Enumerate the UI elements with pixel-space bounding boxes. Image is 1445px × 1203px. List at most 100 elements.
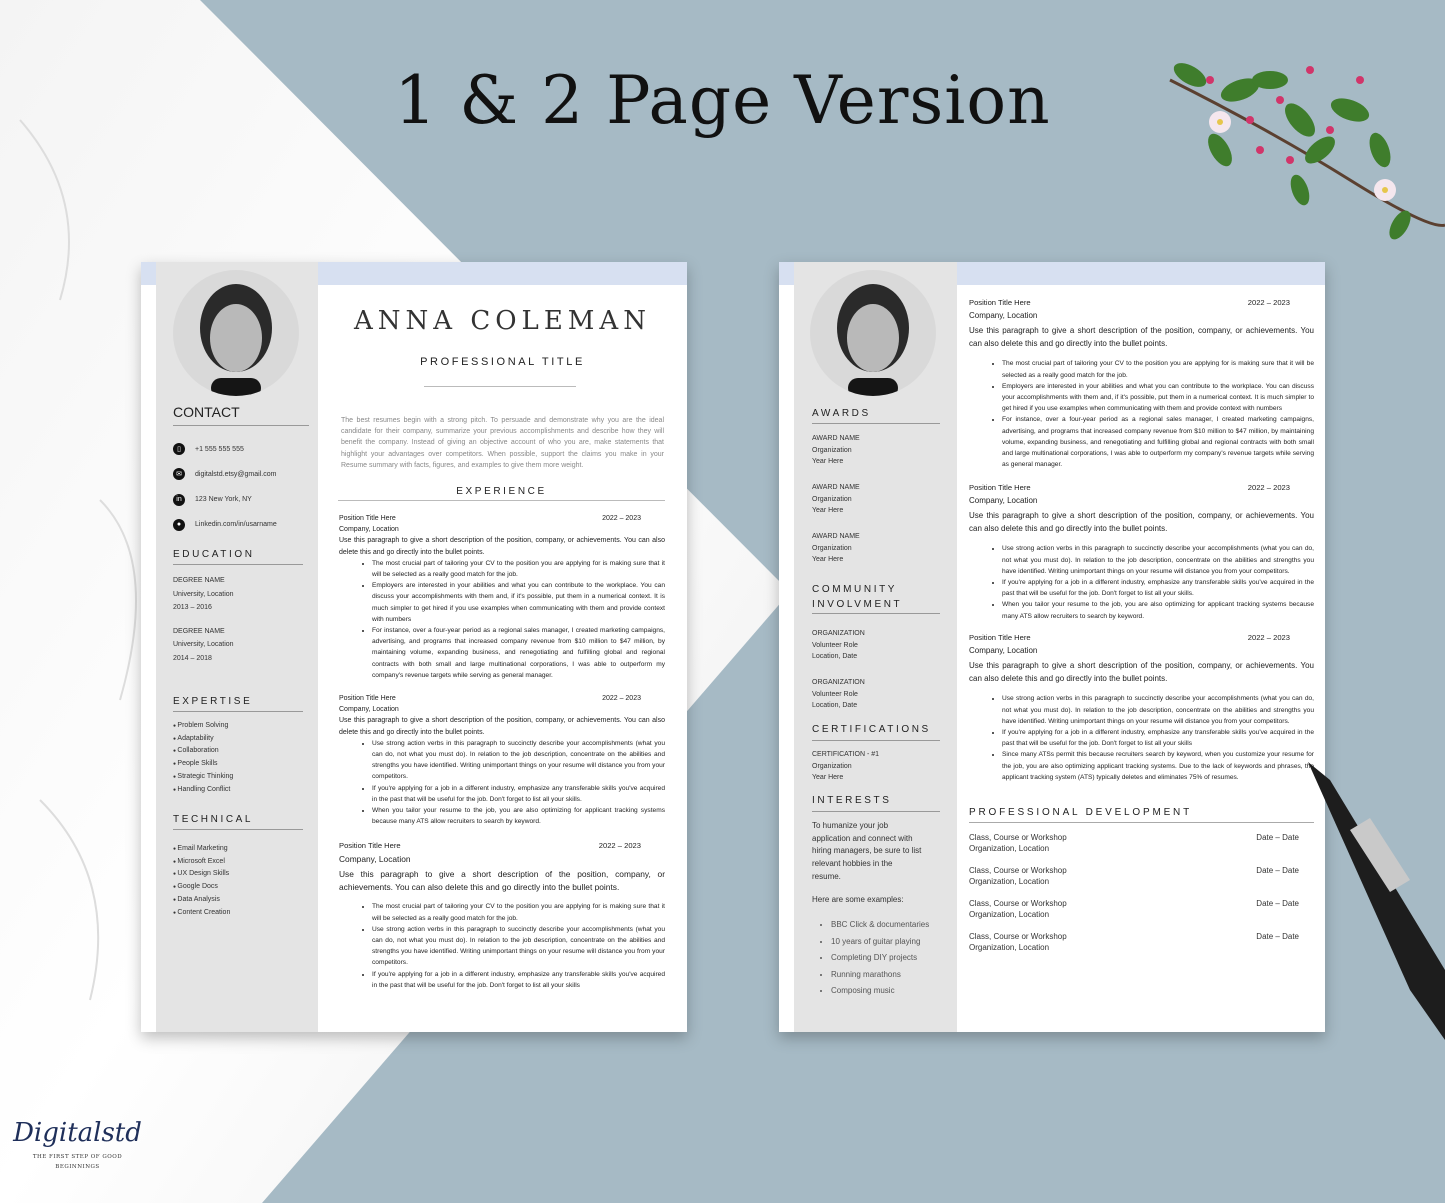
community-heading-line-1: COMMUNITY: [812, 584, 898, 595]
job-dates: 2022 – 2023: [1247, 633, 1290, 642]
job-entry: Position Title Here 2022 – 2023 Company, L…: [969, 297, 1314, 470]
job-description: Use this paragraph to give a short descr…: [339, 869, 665, 892]
logo-wordmark: Digitalstd: [13, 1118, 142, 1148]
job-bullets: Use strong action verbs in this paragrap…: [1002, 543, 1314, 621]
job-bullet: Employers are interested in your abiliti…: [372, 580, 665, 625]
award-entry: AWARD NAME Organization Year Here: [812, 433, 860, 468]
location-pin-icon: ●: [173, 518, 185, 531]
expertise-item: ● Collaboration: [173, 745, 233, 758]
job-bullet: Since many ATSs permit this because recr…: [1002, 749, 1314, 783]
job-bullet: If you're applying for a job in a differ…: [1002, 577, 1314, 599]
award-entry: AWARD NAME Organization Year Here: [812, 482, 860, 517]
job-description: Use this paragraph to give a short descr…: [969, 661, 1314, 683]
job-header: Position Title Here 2022 – 2023: [339, 840, 665, 853]
award-entry-line: Organization: [812, 544, 852, 552]
job-bullet: Use strong action verbs in this paragrap…: [1002, 693, 1314, 727]
job-entry: Position Title Here 2022 – 2023 Company, L…: [969, 482, 1314, 622]
interest-item: BBC Click & documentaries: [831, 917, 929, 934]
job-bullet: If you're applying for a job in a differ…: [1002, 727, 1314, 749]
development-org: Organization, Location: [969, 910, 1050, 919]
job-bullet: Use strong action verbs in this paragrap…: [372, 738, 665, 783]
job-bullets: The most crucial part of tailoring your …: [372, 558, 665, 681]
contact-heading: CONTACT: [173, 404, 240, 420]
community-entry-line: Location, Date: [812, 653, 858, 660]
expertise-item: ● Strategic Thinking: [173, 771, 233, 784]
community-entry-line: ORGANIZATION: [812, 630, 865, 637]
job-bullet: Use strong action verbs in this paragrap…: [372, 924, 665, 969]
job-title: Position Title Here: [339, 841, 401, 850]
profile-photo: [173, 270, 299, 396]
interest-item: Completing DIY projects: [831, 950, 929, 967]
interest-item: Running marathons: [831, 967, 929, 984]
job-bullets: The most crucial part of tailoring your …: [372, 901, 665, 991]
job-title: Position Title Here: [339, 515, 396, 522]
job-title: Position Title Here: [969, 483, 1031, 492]
professional-title: PROFESSIONAL TITLE: [420, 356, 585, 368]
technical-item: ● Content Creation: [173, 907, 230, 920]
job-entry: Position Title Here 2022 – 2023 Company, L…: [339, 513, 665, 681]
pen-decoration: [1298, 752, 1445, 1040]
brand-logo: Digitalstd THE FIRST STEP OF GOOD BEGINN…: [10, 1118, 145, 1170]
job-entry: Position Title Here 2022 – 2023 Company, L…: [339, 693, 665, 827]
job-title: Position Title Here: [339, 695, 396, 702]
job-title: Position Title Here: [969, 298, 1031, 307]
technical-label: UX Design Skills: [177, 870, 230, 878]
development-org: Organization, Location: [969, 844, 1050, 853]
job-description: Use this paragraph to give a short descr…: [339, 537, 665, 556]
job-header: Position Title Here 2022 – 2023: [969, 632, 1314, 645]
development-header: Class, Course or Workshop Date – Date: [969, 865, 1299, 876]
certification-entry: CERTIFICATION - #1 Organization Year Here: [812, 749, 879, 784]
expertise-item: ● Problem Solving: [173, 720, 233, 733]
candidate-name: ANNA COLEMAN: [354, 306, 651, 336]
award-entry-line: Year Here: [812, 507, 844, 514]
job-company: Company, Location: [969, 310, 1038, 320]
award-entry-line: AWARD NAME: [812, 435, 860, 442]
development-entry: Class, Course or Workshop Date – Date Orga…: [969, 865, 1299, 887]
expertise-item: ● Adaptability: [173, 733, 233, 746]
development-header: Class, Course or Workshop Date – Date: [969, 832, 1299, 843]
job-description: Use this paragraph to give a short descr…: [969, 326, 1314, 348]
award-entry-line: Organization: [812, 495, 852, 503]
job-bullet: Use strong action verbs in this paragrap…: [1002, 543, 1314, 577]
technical-item: ● Microsoft Excel: [173, 856, 230, 869]
development-course: Class, Course or Workshop: [969, 899, 1067, 908]
award-entry: AWARD NAME Organization Year Here: [812, 531, 860, 566]
development-entry: Class, Course or Workshop Date – Date Orga…: [969, 898, 1299, 920]
contact-text: 123 New York, NY: [195, 496, 252, 504]
job-bullet: The most crucial part of tailoring your …: [372, 558, 665, 580]
job-bullet: The most crucial part of tailoring your …: [1002, 358, 1314, 380]
development-course: Class, Course or Workshop: [969, 866, 1067, 875]
award-entry-line: Year Here: [812, 458, 844, 465]
accent-band: [957, 262, 1325, 285]
job-bullets: The most crucial part of tailoring your …: [1002, 358, 1314, 470]
job-entry: Position Title Here 2022 – 2023 Company, L…: [339, 840, 665, 991]
education-school: University, Location: [173, 641, 234, 648]
expertise-heading: EXPERTISE: [173, 696, 253, 707]
job-header: Position Title Here 2022 – 2023: [339, 693, 665, 704]
interests-examples-label: Here are some examples:: [812, 895, 904, 904]
technical-item: ● Data Analysis: [173, 894, 230, 907]
job-company: Company, Location: [339, 853, 411, 864]
community-heading: COMMUNITY INVOLVMENT: [812, 582, 902, 612]
job-description: Use this paragraph to give a short descr…: [969, 511, 1314, 533]
technical-label: Data Analysis: [177, 895, 220, 903]
job-company: Company, Location: [339, 526, 399, 534]
interest-item: Composing music: [831, 983, 929, 1000]
development-org: Organization, Location: [969, 877, 1050, 886]
certification-entry-line: CERTIFICATION - #1: [812, 751, 880, 758]
community-heading-line-2: INVOLVMENT: [812, 599, 903, 610]
technical-label: Google Docs: [177, 883, 218, 891]
technical-label: Content Creation: [177, 908, 231, 916]
contact-item: ● Linkedin.com/in/usarname: [173, 518, 277, 531]
development-org: Organization, Location: [969, 943, 1050, 952]
technical-item: ● Email Marketing: [173, 843, 230, 856]
job-bullet: Employers are interested in your abiliti…: [1002, 381, 1314, 415]
expertise-item: ● Handling Conflict: [173, 784, 233, 797]
contact-text: +1 555 555 555: [195, 445, 244, 453]
education-heading: EDUCATION: [173, 549, 255, 560]
development-course: Class, Course or Workshop: [969, 932, 1067, 941]
interest-item: 10 years of guitar playing: [831, 934, 929, 951]
professional-development-heading: PROFESSIONAL DEVELOPMENT: [969, 807, 1192, 818]
development-header: Class, Course or Workshop Date – Date: [969, 898, 1299, 909]
community-entry-line: Volunteer Role: [812, 641, 858, 649]
